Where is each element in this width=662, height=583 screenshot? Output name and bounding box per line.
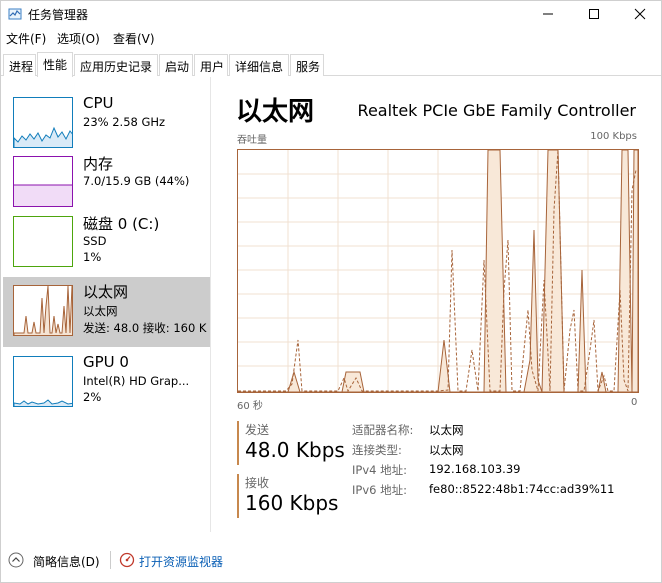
menu-bar: 文件(F) 选项(O) 查看(V) <box>1 28 661 48</box>
tab-users[interactable]: 用户 <box>194 54 228 76</box>
info-value-connection: 以太网 <box>429 443 464 457</box>
throughput-graph <box>237 149 639 393</box>
sidebar-cpu-title: CPU <box>83 94 114 112</box>
receive-label: 接收 <box>245 476 270 490</box>
sidebar-ethernet-throughput: 发送: 48.0 接收: 160 K <box>83 321 207 335</box>
open-resource-monitor-link[interactable]: 打开资源监视器 <box>139 553 223 570</box>
cpu-thumbnail-graph <box>13 97 73 148</box>
info-label-ipv4: IPv4 地址: <box>352 463 407 477</box>
close-button[interactable] <box>617 1 662 27</box>
tab-performance[interactable]: 性能 <box>37 52 73 77</box>
info-value-ipv6: fe80::8522:48b1:74cc:ad39%11 <box>429 482 615 496</box>
sidebar-disk-usage: 1% <box>83 250 102 264</box>
sidebar-item-gpu[interactable]: GPU 0 Intel(R) HD Grap... 2% <box>3 349 210 417</box>
tab-bar: 进程 性能 应用历史记录 启动 用户 详细信息 服务 <box>1 52 661 77</box>
task-manager-window: 任务管理器 文件(F) 选项(O) 查看(V) 进程 性能 应用历史记录 启动 … <box>0 0 662 583</box>
sidebar-gpu-usage: 2% <box>83 390 102 404</box>
page-title: 以太网 <box>236 97 315 127</box>
sidebar-gpu-model: Intel(R) HD Grap... <box>83 374 190 388</box>
sidebar-ethernet-adapter: 以太网 <box>83 304 118 318</box>
title-bar: 任务管理器 <box>1 1 661 27</box>
ethernet-thumbnail-graph <box>13 285 73 336</box>
graph-time-right: 0 <box>631 397 638 408</box>
sidebar-gpu-title: GPU 0 <box>83 353 129 371</box>
window-title: 任务管理器 <box>28 8 89 22</box>
performance-sidebar: CPU 23% 2.58 GHz 内存 7.0/15.9 GB (44%) 磁盘… <box>1 77 211 532</box>
adapter-name: Realtek PCIe GbE Family Controller <box>357 101 636 120</box>
sidebar-item-disk[interactable]: 磁盘 0 (C:) SSD 1% <box>3 209 210 277</box>
sidebar-item-ethernet[interactable]: 以太网 以太网 发送: 48.0 接收: 160 K <box>3 277 210 347</box>
maximize-button[interactable] <box>571 1 617 27</box>
sidebar-item-memory[interactable]: 内存 7.0/15.9 GB (44%) <box>3 149 210 217</box>
send-value: 48.0 Kbps <box>245 438 345 462</box>
footer-divider <box>110 551 111 569</box>
sidebar-disk-type: SSD <box>83 234 107 248</box>
send-label: 发送 <box>245 423 270 437</box>
graph-time-left: 60 秒 <box>237 401 263 412</box>
receive-value: 160 Kbps <box>245 491 339 515</box>
sidebar-memory-usage: 7.0/15.9 GB (44%) <box>83 174 190 188</box>
tab-services[interactable]: 服务 <box>290 54 324 76</box>
sidebar-memory-title: 内存 <box>83 155 114 173</box>
tab-details[interactable]: 详细信息 <box>229 54 289 76</box>
sidebar-disk-title: 磁盘 0 (C:) <box>83 215 160 233</box>
memory-thumbnail-graph <box>13 156 73 207</box>
sidebar-ethernet-title: 以太网 <box>83 283 129 301</box>
info-label-ipv6: IPv6 地址: <box>352 483 407 497</box>
info-label-connection: 连接类型: <box>352 443 402 457</box>
tab-processes[interactable]: 进程 <box>3 54 36 76</box>
resource-monitor-icon[interactable] <box>119 552 135 568</box>
sidebar-item-cpu[interactable]: CPU 23% 2.58 GHz <box>3 90 210 158</box>
sidebar-cpu-usage: 23% 2.58 GHz <box>83 115 166 129</box>
send-stat: 发送 48.0 Kbps <box>237 421 345 465</box>
gpu-thumbnail-graph <box>13 356 73 407</box>
task-manager-app-icon <box>8 8 22 20</box>
graph-label-max: 100 Kbps <box>590 131 637 142</box>
maximize-icon <box>589 9 599 19</box>
disk-thumbnail-graph <box>13 216 73 267</box>
close-icon <box>634 8 646 20</box>
menu-options[interactable]: 选项(O) <box>57 30 100 47</box>
receive-stat: 接收 160 Kbps <box>237 474 338 518</box>
minimize-icon <box>543 13 553 15</box>
tab-startup[interactable]: 启动 <box>159 54 193 76</box>
info-value-ipv4: 192.168.103.39 <box>429 462 521 476</box>
minimize-button[interactable] <box>525 1 571 27</box>
brief-info-link[interactable]: 简略信息(D) <box>33 553 100 570</box>
info-label-adapter: 适配器名称: <box>352 423 414 437</box>
footer-bar: 简略信息(D) 打开资源监视器 <box>1 541 661 581</box>
chevron-up-icon[interactable] <box>8 552 24 568</box>
graph-label-throughput: 吞吐量 <box>237 135 267 146</box>
tab-app-history[interactable]: 应用历史记录 <box>74 54 158 76</box>
menu-view[interactable]: 查看(V) <box>113 30 155 47</box>
info-value-adapter: 以太网 <box>429 423 464 437</box>
menu-file[interactable]: 文件(F) <box>6 30 46 47</box>
